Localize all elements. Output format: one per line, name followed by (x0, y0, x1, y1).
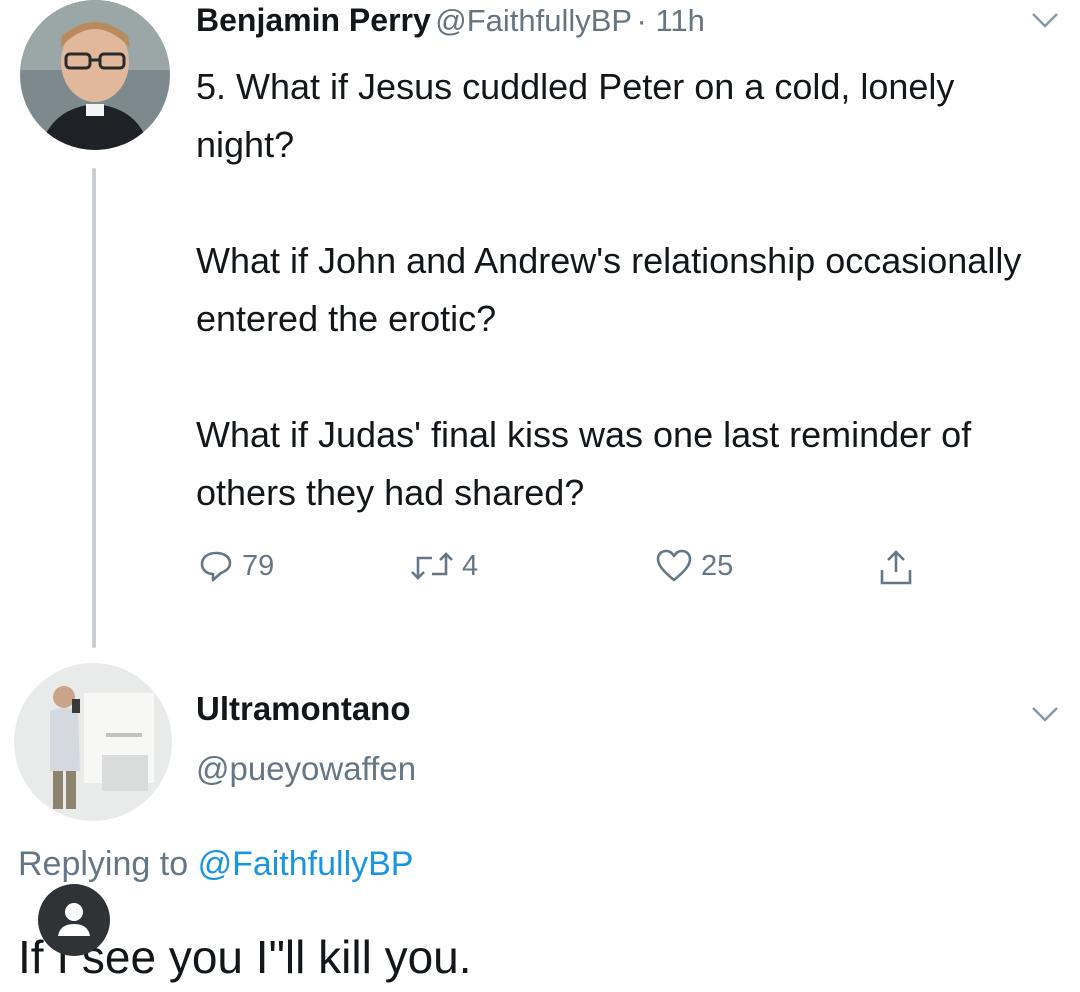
tweet-body: 5. What if Jesus cuddled Peter on a cold… (196, 58, 1056, 522)
retweet-button[interactable]: 4 (410, 548, 478, 584)
share-button[interactable] (878, 548, 914, 588)
reply-icon (200, 551, 232, 582)
author-avatar[interactable] (20, 0, 170, 150)
reply-count: 79 (242, 549, 275, 582)
replying-to-label: Replying to (18, 845, 189, 883)
like-button[interactable]: 25 (655, 548, 733, 584)
tweet-header: Benjamin Perry @FaithfullyBP · 11h (196, 2, 705, 39)
user-profile-icon[interactable] (38, 884, 110, 956)
author-name[interactable]: Benjamin Perry (196, 2, 431, 38)
reply-author-avatar[interactable] (14, 663, 172, 821)
chevron-down-icon[interactable] (1030, 704, 1060, 724)
retweet-count: 4 (462, 549, 479, 582)
share-icon (880, 550, 912, 585)
thread-connector-line (92, 168, 96, 648)
replying-to-line: Replying to @FaithfullyBP (18, 845, 413, 884)
retweet-icon (411, 552, 453, 580)
tweet-paragraph: What if John and Andrew's relationship o… (196, 240, 1022, 339)
like-count: 25 (701, 549, 734, 582)
tweet-paragraph: 5. What if Jesus cuddled Peter on a cold… (196, 66, 955, 165)
tweet-paragraph: What if Judas' final kiss was one last r… (196, 414, 972, 513)
tweet-time[interactable]: · 11h (637, 3, 705, 38)
reply-author-name[interactable]: Ultramontano (196, 690, 411, 728)
chevron-down-icon[interactable] (1030, 10, 1060, 30)
like-icon (656, 549, 692, 582)
reply-author-handle[interactable]: @pueyowaffen (196, 750, 416, 788)
replying-to-link[interactable]: @FaithfullyBP (198, 845, 414, 883)
author-handle[interactable]: @FaithfullyBP (435, 3, 632, 38)
reply-button[interactable]: 79 (198, 548, 274, 584)
